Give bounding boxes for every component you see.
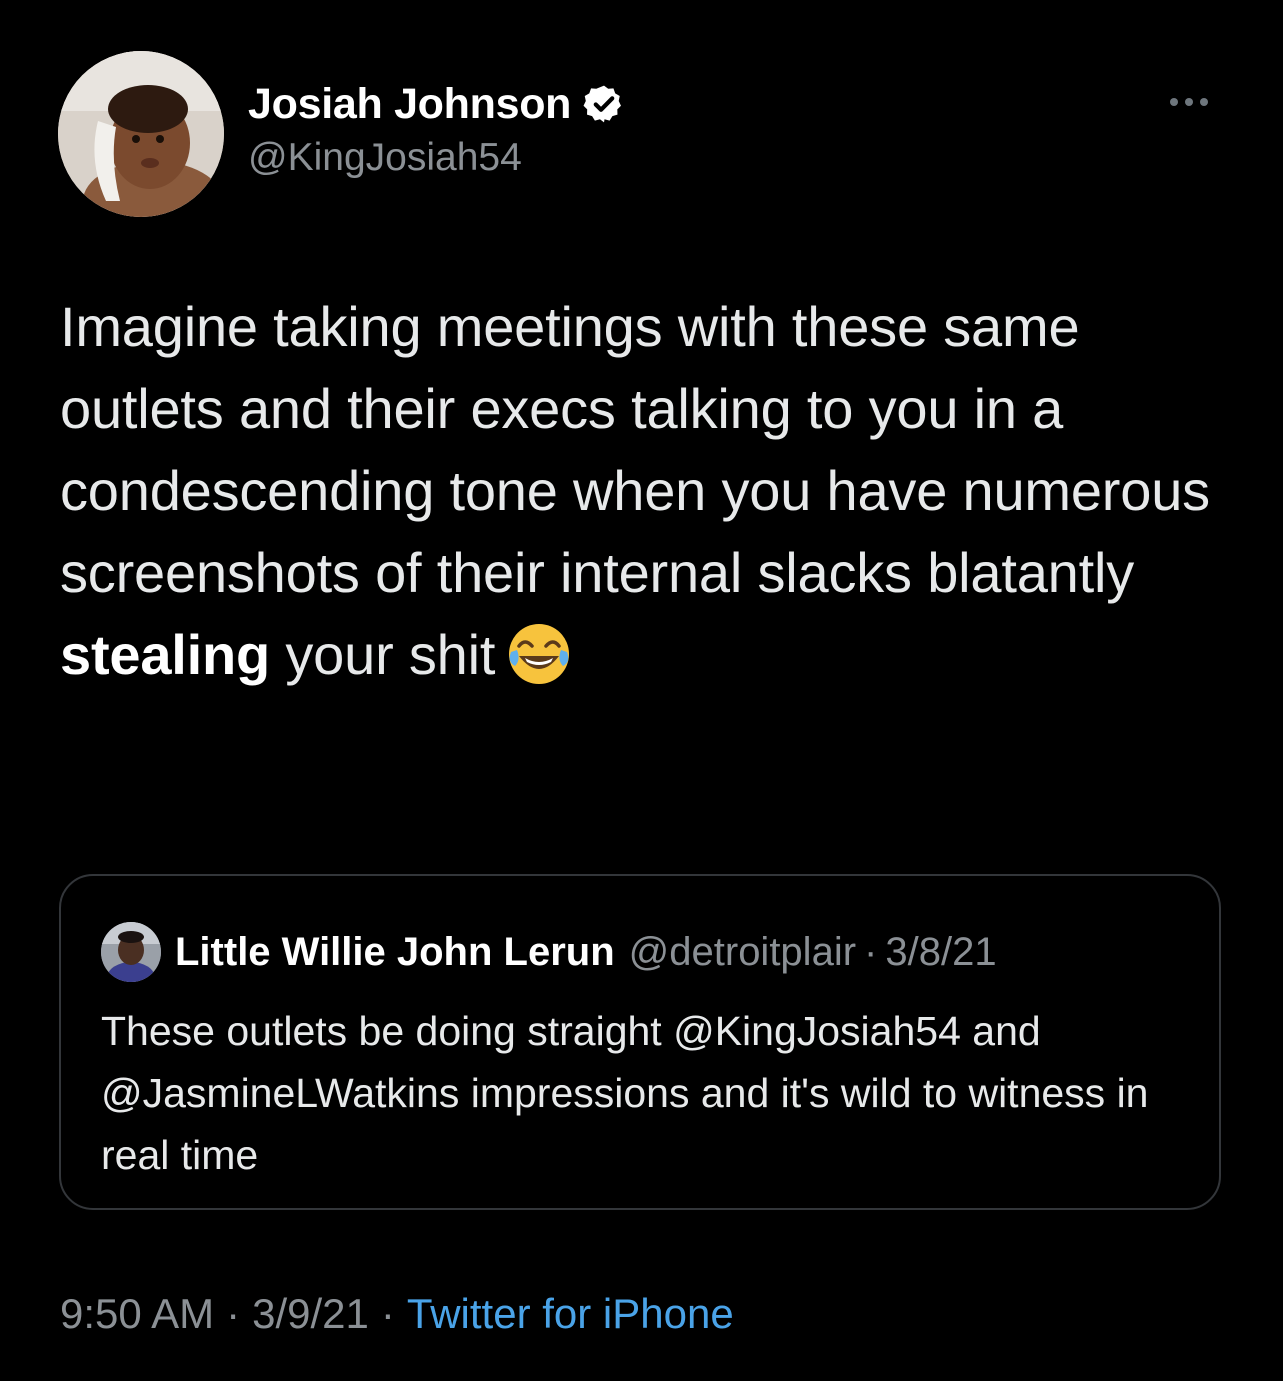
tweet-detail: Josiah Johnson @KingJosiah54 Imagine tak… [0,0,1283,1381]
more-options-icon[interactable] [1170,92,1220,112]
author-avatar-image [58,51,224,217]
author-avatar[interactable] [58,51,224,217]
tweet-date[interactable]: 3/9/21 [252,1290,369,1337]
tweet-time[interactable]: 9:50 AM [60,1290,214,1337]
meta-separator: · [226,1290,241,1337]
quoted-tweet-header: Little Willie John Lerun @detroitplair ·… [101,922,997,982]
quoted-author-avatar [101,922,161,982]
author-info: Josiah Johnson @KingJosiah54 [248,78,625,180]
quoted-separator: · [864,929,878,974]
quoted-author-handle[interactable]: @detroitplair [629,930,856,975]
tweet-text: Imagine taking meetings with these same … [60,286,1240,696]
quoted-date[interactable]: 3/8/21 [885,930,996,975]
author-display-name[interactable]: Josiah Johnson [248,80,571,129]
tweet-source-link[interactable]: Twitter for iPhone [407,1290,734,1337]
quoted-tweet[interactable]: Little Willie John Lerun @detroitplair ·… [59,874,1221,1210]
author-name-row: Josiah Johnson [248,78,625,130]
quoted-author-name[interactable]: Little Willie John Lerun [175,930,615,975]
quoted-tweet-text: These outlets be doing straight @KingJos… [101,1008,1149,1178]
more-dot [1185,98,1193,106]
tweet-text-part-2: your shit [270,623,496,686]
meta-separator: · [380,1290,395,1337]
tweet-metadata: 9:50 AM · 3/9/21 · Twitter for iPhone [60,1290,734,1338]
face-with-tears-of-joy-icon [505,620,573,688]
tweet-text-bold: stealing [60,623,271,686]
tweet-text-part-1: Imagine taking meetings with these same … [60,295,1210,604]
author-handle[interactable]: @KingJosiah54 [248,136,625,180]
more-dot [1200,98,1208,106]
verified-badge-icon [583,83,625,125]
more-dot [1170,98,1178,106]
quoted-author-avatar-image [101,922,161,982]
